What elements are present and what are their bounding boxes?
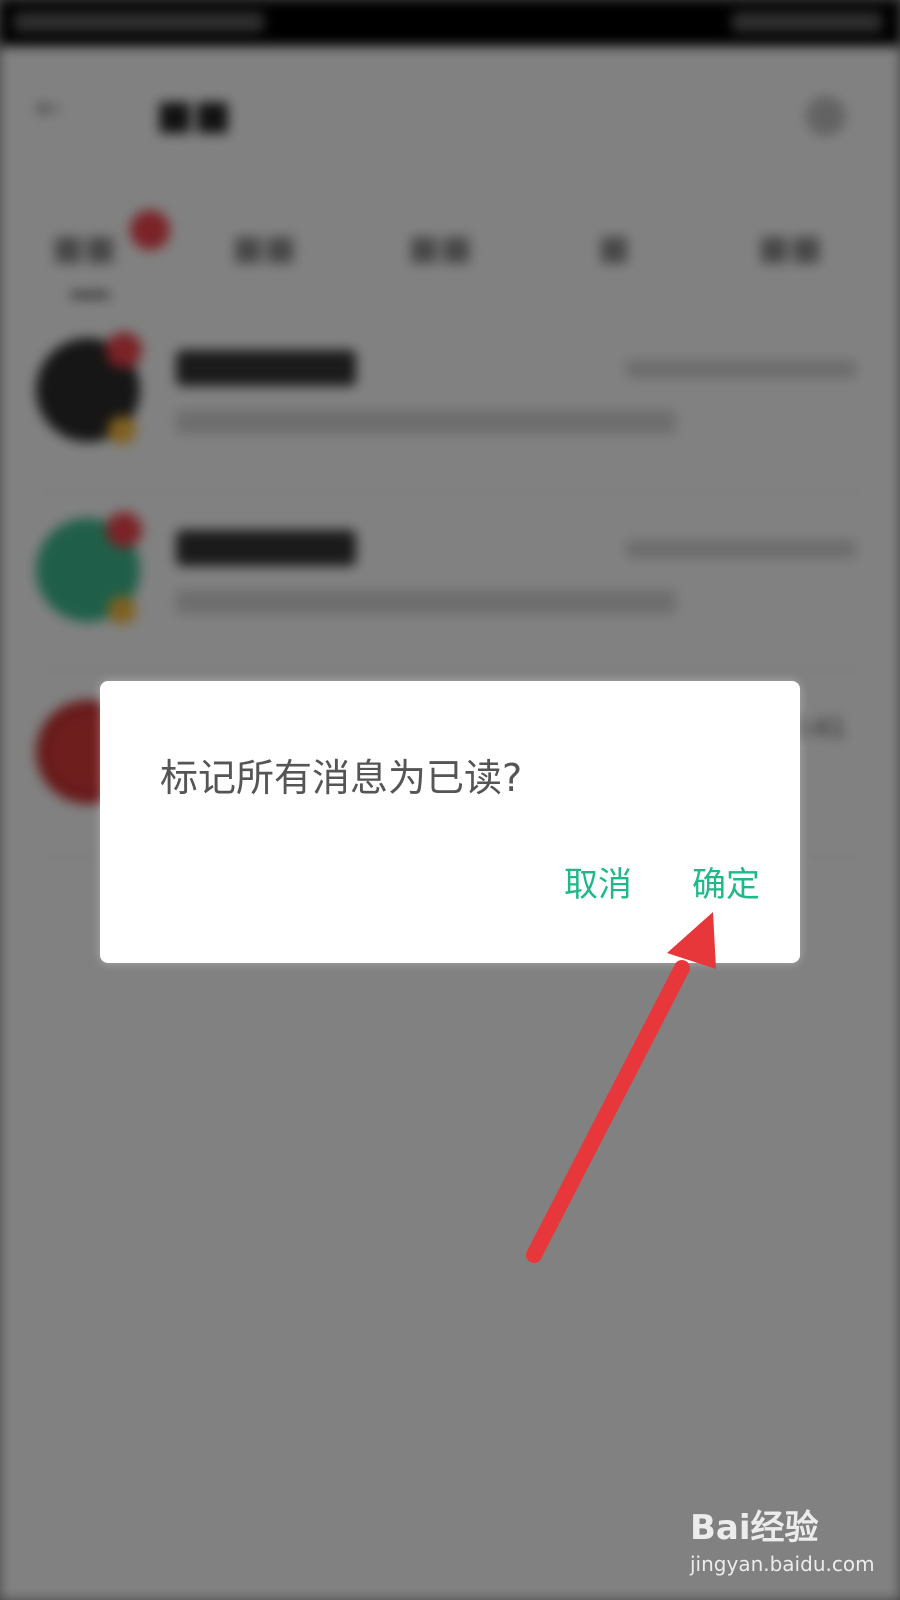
dialog-message: 标记所有消息为已读? [160, 756, 523, 800]
confirm-button[interactable]: 确定 [692, 857, 760, 906]
watermark-url: jingyan.baidu.com [690, 1552, 875, 1576]
baidu-watermark: Bai经验 jingyan.baidu.com [690, 1500, 890, 1590]
cancel-button[interactable]: 取消 [564, 857, 632, 906]
paw-icon: Bai经验 [690, 1508, 819, 1548]
confirm-dialog: 标记所有消息为已读? 取消 确定 [100, 681, 800, 963]
